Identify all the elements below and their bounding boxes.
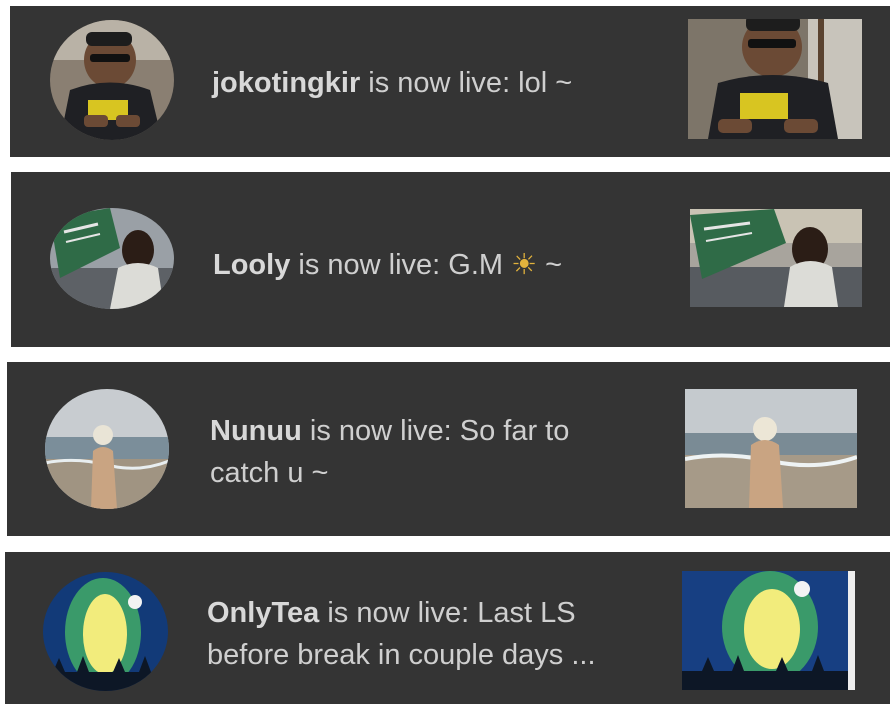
message-text: is now live: G.M [290,249,512,281]
username: OnlyTea [207,597,320,629]
notification-card-jokotingkir[interactable]: jokotingkir is now live: lol ~ [10,6,890,157]
notification-card-looly[interactable]: Looly is now live: G.M ☀ ~ [11,172,890,347]
flag-avatar-icon[interactable] [50,208,174,309]
username: Looly [213,249,291,281]
galaxy-painting-avatar-icon[interactable] [43,572,168,691]
stream-thumbnail[interactable] [685,389,857,508]
stream-thumbnail[interactable] [688,19,862,139]
notification-message: Nunuu is now live: So far to catch u ~ [210,410,630,494]
notification-message: jokotingkir is now live: lol ~ [212,62,652,104]
username: Nunuu [210,415,302,447]
sun-emoji-icon: ☀ [511,249,538,281]
stream-thumbnail[interactable] [682,571,855,690]
message-text: is now live: lol ~ [360,67,573,99]
username: jokotingkir [212,67,361,99]
message-suffix: ~ [537,249,563,281]
stream-thumbnail[interactable] [690,209,862,307]
notification-card-nunuu[interactable]: Nunuu is now live: So far to catch u ~ [7,362,890,536]
notification-card-onlytea[interactable]: OnlyTea is now live: Last LS before brea… [5,552,890,704]
beach-flowers-avatar-icon[interactable] [45,389,169,509]
notification-message: OnlyTea is now live: Last LS before brea… [207,592,637,676]
person-avatar-icon[interactable] [50,20,174,140]
notification-message: Looly is now live: G.M ☀ ~ [213,244,653,286]
